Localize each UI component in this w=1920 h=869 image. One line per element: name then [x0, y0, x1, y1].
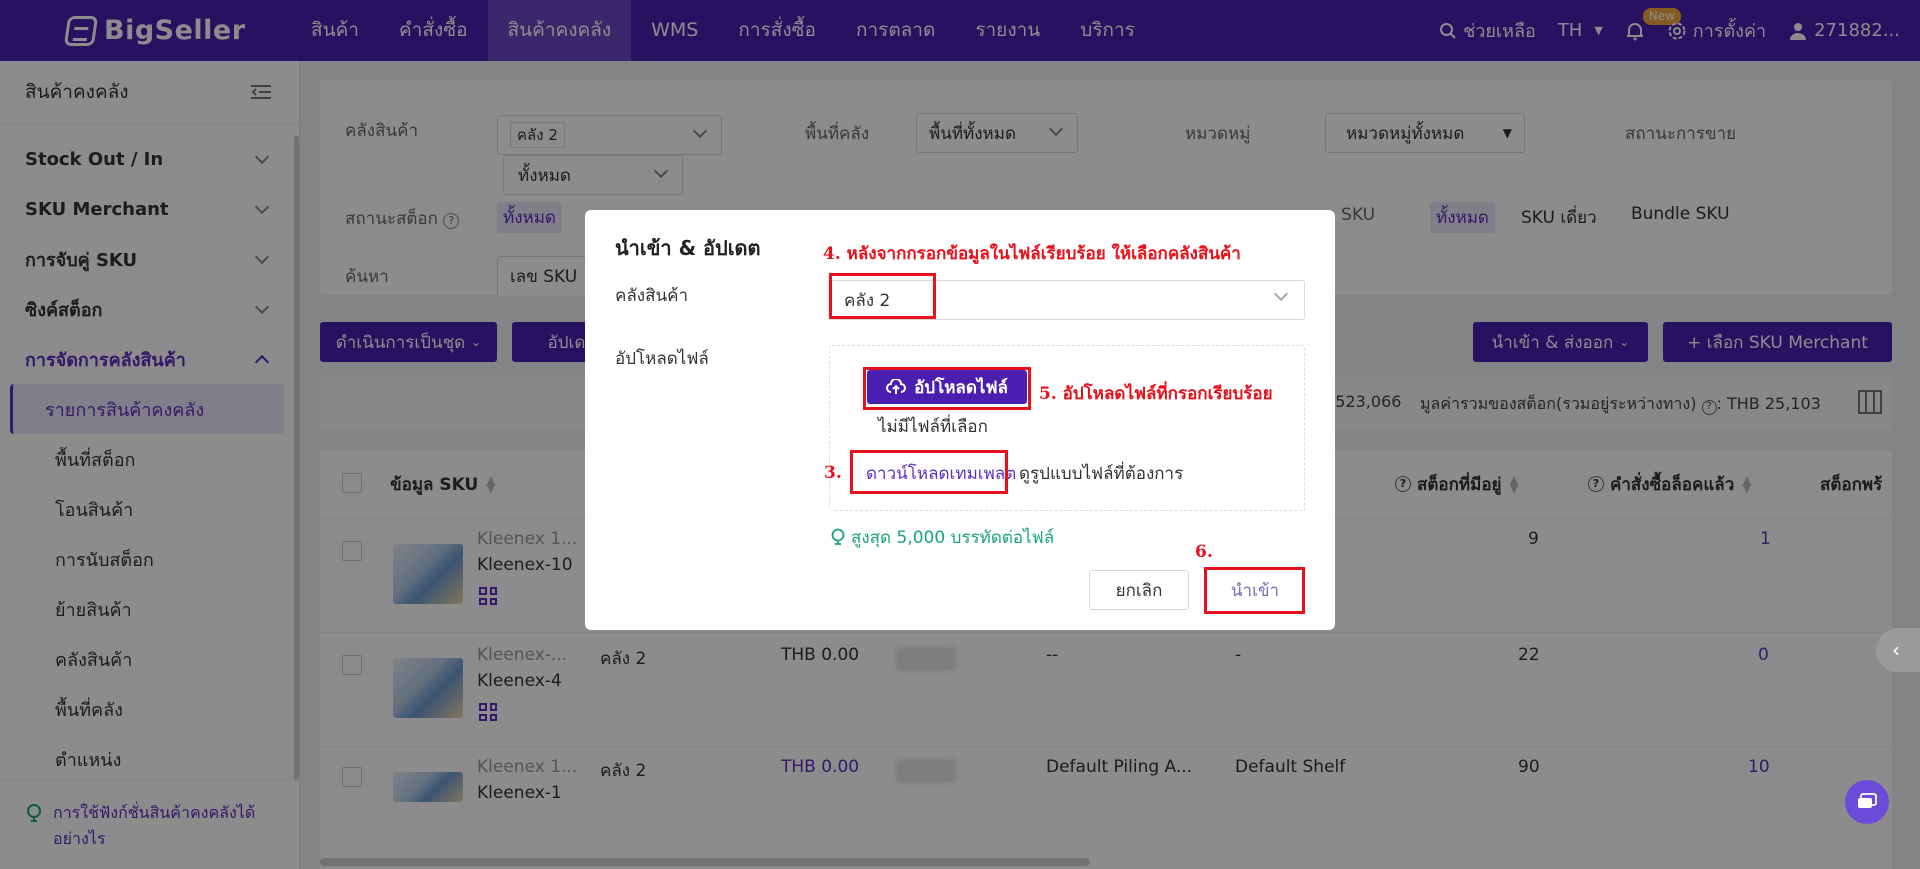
chevron-left-icon: ‹ — [1892, 638, 1900, 662]
dialog-title: นำเข้า & อัปเดต — [615, 236, 761, 260]
row-limit-tip: สูงสุด 5,000 บรรทัดต่อไฟล์ — [831, 524, 1054, 551]
annotation-step-4: 4. หลังจากกรอกข้อมูลในไฟล์เรียบร้อย ให้เ… — [823, 244, 1241, 264]
annotation-step-5: 5. อัปโหลดไฟล์ที่กรอกเรียบร้อย — [1039, 384, 1273, 404]
annotation-step-3: 3. — [824, 463, 842, 483]
chevron-down-icon — [1273, 286, 1289, 302]
annotation-box-download — [850, 450, 1008, 494]
download-template-description: ดูรูปแบบไฟล์ที่ต้องการ — [1019, 464, 1184, 484]
dialog-upload-label: อัปโหลดไฟล์ — [615, 349, 709, 369]
side-panel-toggle[interactable]: ‹ — [1876, 628, 1920, 672]
row-limit-text: สูงสุด 5,000 บรรทัดต่อไฟล์ — [851, 528, 1055, 548]
chat-icon — [1858, 793, 1877, 808]
annotation-box-import — [1204, 567, 1305, 614]
dialog-warehouse-label: คลังสินค้า — [615, 286, 689, 306]
annotation-box-upload — [863, 367, 1031, 410]
chat-support-button[interactable] — [1845, 780, 1889, 824]
lightbulb-icon — [831, 528, 845, 545]
cancel-button[interactable]: ยกเลิก — [1089, 570, 1189, 610]
annotation-step-6: 6. — [1195, 542, 1213, 562]
import-update-dialog: นำเข้า & อัปเดต คลังสินค้า คลัง 2 อัปโหล… — [585, 210, 1335, 630]
annotation-box-warehouse — [829, 273, 936, 319]
no-file-selected-text: ไม่มีไฟล์ที่เลือก — [878, 417, 988, 437]
